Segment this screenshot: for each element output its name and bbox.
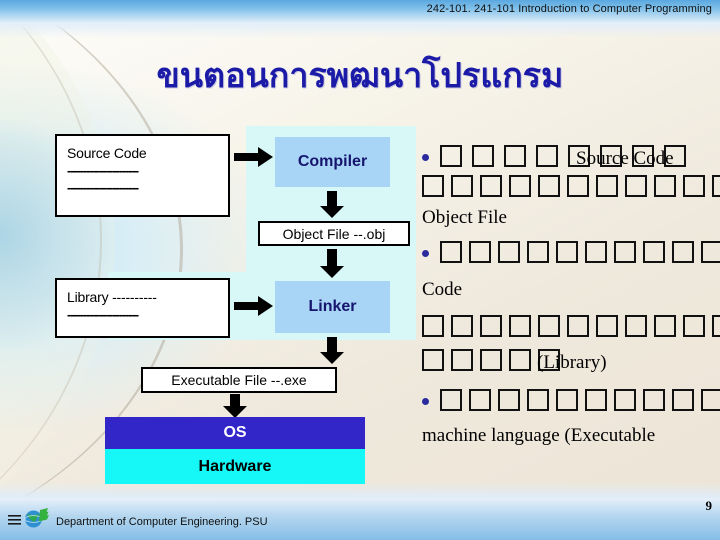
hardware-box: Hardware [105, 449, 365, 484]
compiler-box: Compiler [275, 137, 390, 187]
unrendered-glyph-box [556, 241, 578, 263]
bullet-1-inline-text: Source Code [576, 148, 674, 169]
unrendered-glyph-box [536, 145, 558, 167]
unrendered-glyph-box [472, 145, 494, 167]
arrow-right-source-to-compiler [234, 146, 274, 168]
unrendered-glyph-box [469, 389, 491, 411]
unrendered-glyph-box [498, 389, 520, 411]
unrendered-glyph-box [567, 175, 589, 197]
object-file-box: Object File --.obj [258, 221, 410, 246]
slide-canvas: 242-101. 241-101 Introduction to Compute… [0, 0, 720, 540]
bullet-4-trailing-text: machine language (Executable [422, 425, 656, 446]
unrendered-glyph-box [596, 175, 618, 197]
arrow-down-compiler-to-object [318, 191, 346, 219]
unrendered-glyph-box [683, 175, 705, 197]
unrendered-glyph-box [440, 145, 462, 167]
bullet-item-4 [422, 389, 720, 425]
unrendered-glyph-box [643, 389, 665, 411]
unrendered-glyph-box [422, 349, 444, 371]
unrendered-glyph-box [509, 315, 531, 337]
page-title: ขนตอนการพฒนาโปรแกรม [156, 56, 564, 96]
bullet-2-trailing-text: Code [422, 279, 463, 300]
unrendered-glyph-box [538, 175, 560, 197]
bullet-dot-icon [422, 398, 429, 405]
os-box: OS [105, 417, 365, 449]
unrendered-glyph-box [440, 389, 462, 411]
bullet-item-2 [422, 241, 720, 279]
arrow-right-library-to-linker [234, 295, 274, 317]
bullet-1-trailing-line: Object File [422, 207, 720, 241]
unrendered-glyph-box [614, 241, 636, 263]
page-number: 9 [705, 498, 713, 513]
unrendered-glyph-box [683, 315, 705, 337]
unrendered-glyph-box [585, 241, 607, 263]
unrendered-glyph-box [672, 389, 694, 411]
bullet-list: Source Code Object File Code (Library) m… [422, 145, 720, 455]
bullet-item-1-line-2 [422, 175, 720, 207]
unrendered-glyph-box [654, 175, 676, 197]
arrow-down-executable-to-os [221, 394, 249, 419]
unrendered-glyph-box [480, 175, 502, 197]
unrendered-glyph-box [469, 241, 491, 263]
unrendered-glyph-box [625, 315, 647, 337]
unrendered-glyph-box [480, 349, 502, 371]
library-box: Library ---------- ---------------------… [55, 278, 230, 338]
unrendered-glyph-box [672, 241, 694, 263]
unrendered-glyph-box [440, 241, 462, 263]
source-code-label: Source Code [67, 145, 147, 161]
unrendered-glyph-box [585, 389, 607, 411]
source-code-box: Source Code ---------------------- -----… [55, 134, 230, 217]
unrendered-glyph-box [504, 145, 526, 167]
bullet-1-trailing-text: Object File [422, 207, 507, 228]
bullet-dot-icon [422, 154, 429, 161]
unrendered-glyph-box [422, 175, 444, 197]
unrendered-glyph-box [480, 315, 502, 337]
unrendered-glyph-box [538, 315, 560, 337]
footer-band-fade [0, 482, 720, 498]
unrendered-glyph-box [451, 349, 473, 371]
psu-logo-icon [8, 502, 52, 536]
unrendered-glyph-box [451, 175, 473, 197]
linker-box: Linker [275, 281, 390, 333]
bullet-item-3 [422, 315, 720, 349]
library-dashes-1: ---------------------- [67, 307, 139, 322]
unrendered-glyph-box [712, 175, 720, 197]
bullet-2-trailing-line: Code [422, 279, 720, 315]
bullet-item-3-line-2: (Library) [422, 349, 720, 389]
unrendered-glyph-box [643, 241, 665, 263]
bullet-dot-icon [422, 250, 429, 257]
unrendered-glyph-box [614, 389, 636, 411]
unrendered-glyph-box [451, 315, 473, 337]
header-band-fade [0, 24, 720, 38]
bullet-3-inline-text: (Library) [537, 352, 607, 373]
unrendered-glyph-box [527, 241, 549, 263]
arrow-down-linker-to-executable [318, 337, 346, 365]
footer-department-text: Department of Computer Engineering. PSU [56, 516, 268, 528]
unrendered-glyph-box [567, 315, 589, 337]
unrendered-glyph-box [701, 389, 720, 411]
course-header-text: 242-101. 241-101 Introduction to Compute… [426, 3, 712, 15]
unrendered-glyph-box [701, 241, 720, 263]
bullet-item-1: Source Code [422, 145, 720, 175]
unrendered-glyph-box [654, 315, 676, 337]
unrendered-glyph-box [556, 389, 578, 411]
unrendered-glyph-box [422, 315, 444, 337]
unrendered-glyph-box [712, 315, 720, 337]
unrendered-glyph-box [596, 315, 618, 337]
unrendered-glyph-box [498, 241, 520, 263]
arrow-down-object-to-linker [318, 249, 346, 279]
unrendered-glyph-box [527, 389, 549, 411]
bullet-4-trailing-line: machine language (Executable [422, 425, 720, 455]
source-code-dashes-2: ---------------------- [67, 180, 139, 195]
executable-file-box: Executable File --.exe [141, 367, 337, 393]
unrendered-glyph-box [625, 175, 647, 197]
unrendered-glyph-box [509, 349, 531, 371]
library-label: Library ---------- [67, 289, 157, 305]
unrendered-glyph-box [509, 175, 531, 197]
source-code-dashes-1: ---------------------- [67, 163, 139, 178]
